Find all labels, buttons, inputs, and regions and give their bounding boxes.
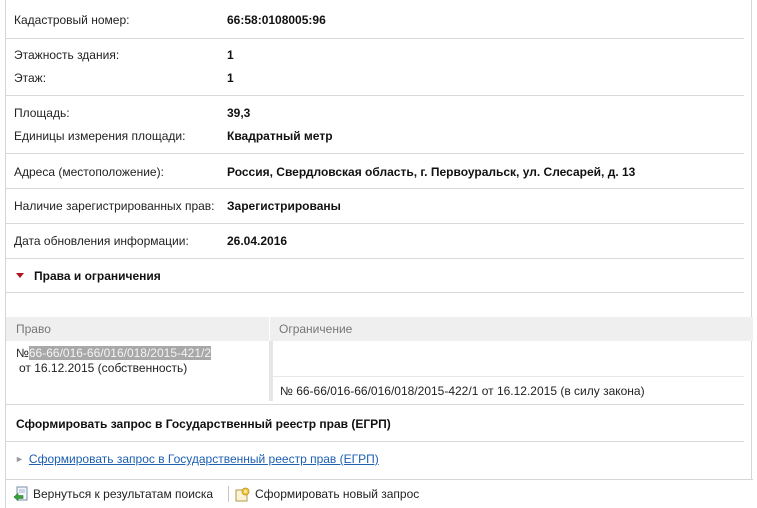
divider	[6, 95, 744, 96]
floors-row: Этажность здания: 1	[14, 47, 744, 63]
collapse-triangle-icon	[16, 273, 24, 279]
floor-row: Этаж: 1	[14, 70, 744, 86]
new-request-button[interactable]: Сформировать новый запрос	[235, 485, 419, 503]
rights-section-toggle[interactable]: Права и ограничения	[16, 268, 161, 284]
right-number-cell: №66-66/016-66/016/018/2015-421/2	[16, 346, 212, 361]
divider	[6, 441, 744, 442]
divider	[6, 292, 744, 293]
toolbar-divider	[228, 486, 229, 502]
cadastral-value: 66:58:0108005:96	[227, 13, 326, 27]
rights-row: Наличие зарегистрированных прав: Зарегис…	[14, 198, 744, 214]
back-to-results-button[interactable]: Вернуться к результатам поиска	[13, 485, 213, 503]
divider	[6, 258, 744, 259]
cadastral-row: Кадастровый номер: 66:58:0108005:96	[14, 12, 744, 28]
restriction-text: № 66-66/016-66/016/018/2015-422/1 от 16.…	[280, 384, 645, 398]
divider	[273, 376, 744, 377]
floors-value: 1	[227, 48, 234, 62]
area-label: Площадь:	[14, 106, 70, 120]
area-row: Площадь: 39,3	[14, 105, 744, 121]
column-divider	[269, 317, 270, 341]
rights-section-title: Права и ограничения	[34, 269, 161, 283]
column-header-restriction: Ограничение	[279, 322, 353, 336]
right-date: от 16.12.2015 (собственность)	[19, 361, 188, 375]
divider	[6, 223, 744, 224]
divider	[6, 153, 744, 154]
request-section-title: Сформировать запрос в Государственный ре…	[16, 417, 391, 431]
divider	[6, 404, 744, 405]
new-request-label: Сформировать новый запрос	[255, 487, 420, 501]
rights-table-header	[6, 317, 753, 341]
request-link-row: ► Сформировать запрос в Государственный р…	[15, 451, 379, 468]
address-row: Адреса (местоположение): Россия, Свердло…	[14, 164, 744, 180]
right-number-selected[interactable]: 66-66/016-66/016/018/2015-421/2	[28, 346, 212, 360]
bottom-toolbar: Вернуться к результатам поиска Сформиров…	[6, 479, 753, 508]
column-divider	[269, 341, 273, 401]
update-value: 26.04.2016	[227, 234, 288, 248]
new-request-icon	[235, 487, 250, 502]
address-value: Россия, Свердловская область, г. Первоур…	[227, 165, 636, 179]
column-header-right: Право	[16, 322, 51, 336]
address-label: Адреса (местоположение):	[14, 165, 164, 179]
rights-label: Наличие зарегистрированных прав:	[14, 199, 215, 213]
area-unit-row: Единицы измерения площади: Квадратный ме…	[14, 128, 744, 144]
update-label: Дата обновления информации:	[14, 234, 189, 248]
cadastral-label: Кадастровый номер:	[14, 13, 130, 27]
area-unit-value: Квадратный метр	[227, 129, 333, 143]
back-to-results-label: Вернуться к результатам поиска	[33, 487, 214, 501]
chevron-right-icon: ►	[15, 454, 24, 464]
back-arrow-icon	[13, 486, 28, 501]
divider	[6, 188, 744, 189]
divider	[6, 38, 744, 39]
floor-value: 1	[227, 71, 234, 85]
area-unit-label: Единицы измерения площади:	[14, 129, 186, 143]
area-value: 39,3	[227, 106, 251, 120]
floor-label: Этаж:	[14, 71, 47, 85]
request-egrp-link[interactable]: Сформировать запрос в Государственный ре…	[29, 452, 379, 466]
update-row: Дата обновления информации: 26.04.2016	[14, 233, 744, 249]
rights-value: Зарегистрированы	[227, 199, 341, 213]
property-details-panel: Кадастровый номер: 66:58:0108005:96 Этаж…	[5, 0, 753, 508]
right-number-prefix: №	[16, 346, 29, 360]
floors-label: Этажность здания:	[14, 48, 120, 62]
